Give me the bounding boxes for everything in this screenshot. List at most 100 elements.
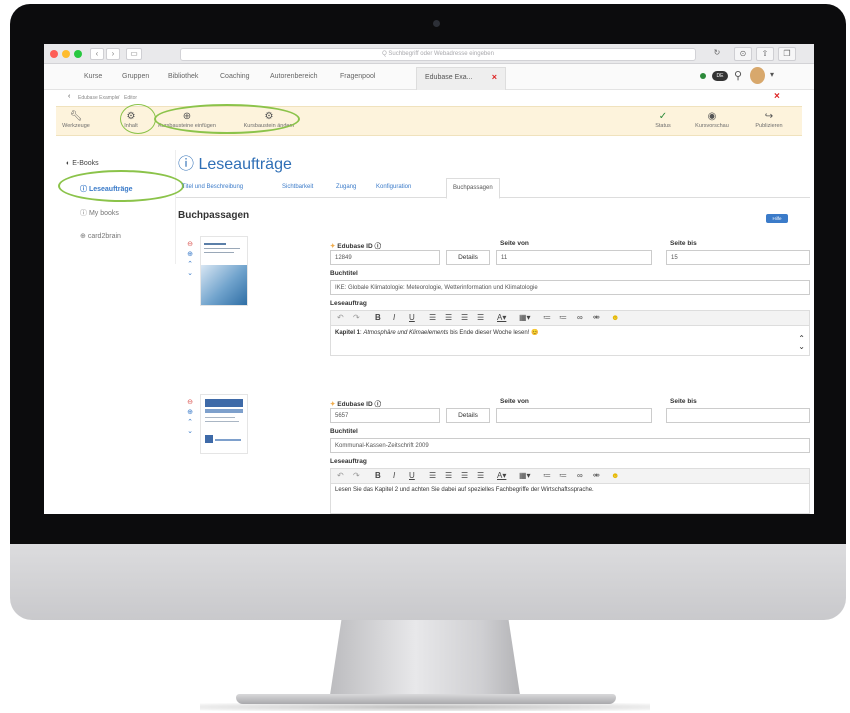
breadcrumb-back-icon[interactable]: ‹	[68, 93, 70, 100]
forward-button[interactable]: ›	[106, 48, 120, 60]
align-justify-icon[interactable]: ☰	[477, 471, 484, 480]
buchtitel-input[interactable]: IKE: Globale Klimatologie: Meteorologie,…	[330, 280, 810, 295]
redo-icon[interactable]: ↷	[353, 313, 360, 322]
italic-icon[interactable]: I	[393, 313, 395, 322]
breadcrumb-editor[interactable]: Editor	[124, 95, 137, 101]
downloads-icon[interactable]: ⊙	[734, 47, 752, 61]
nav-item-kurse[interactable]: Kurse	[84, 73, 102, 80]
reload-icon[interactable]: ↻	[708, 47, 726, 61]
nav-item-coaching[interactable]: Coaching	[220, 73, 250, 80]
details-button[interactable]: Details	[446, 408, 490, 423]
add-icon[interactable]: ⊕	[186, 408, 194, 416]
avatar[interactable]	[750, 67, 765, 84]
align-justify-icon[interactable]: ☰	[477, 313, 484, 322]
tab-edubase-example[interactable]: Edubase Exa... ×	[416, 67, 506, 90]
align-right-icon[interactable]: ☰	[461, 471, 468, 480]
underline-icon[interactable]: U	[409, 313, 415, 322]
emoji-icon[interactable]: ☻	[611, 313, 619, 322]
align-left-icon[interactable]: ☰	[429, 313, 436, 322]
address-bar[interactable]: Q Suchbegriff oder Webadresse eingeben	[180, 48, 696, 61]
back-button[interactable]: ‹	[90, 48, 104, 60]
tool-status[interactable]: ✓ Status	[650, 111, 676, 129]
close-editor-icon[interactable]: ×	[774, 91, 780, 102]
tool-publizieren[interactable]: ↪ Publizieren	[748, 111, 790, 129]
undo-icon[interactable]: ↶	[337, 471, 344, 480]
tab-sichtbarkeit[interactable]: Sichtbarkeit	[282, 184, 313, 190]
help-button[interactable]: Hilfe	[766, 214, 788, 223]
imac-photo: ‹ › ▭ Q Suchbegriff oder Webadresse eing…	[0, 0, 850, 713]
buchtitel-input[interactable]: Kommunal-Kassen-Zeitschrift 2009	[330, 438, 810, 453]
emoji-icon[interactable]: ☻	[611, 471, 619, 480]
move-up-icon[interactable]: ⌃	[186, 260, 194, 268]
minimize-window-icon[interactable]	[62, 50, 70, 58]
align-center-icon[interactable]: ☰	[445, 471, 452, 480]
sidebar-item-ebooks[interactable]: ◐ E-Books	[66, 160, 174, 167]
bold-icon[interactable]: B	[375, 313, 381, 322]
user-menu-chevron-icon[interactable]: ▾	[770, 70, 774, 79]
move-down-icon[interactable]: ⌄	[186, 269, 194, 277]
close-window-icon[interactable]	[50, 50, 58, 58]
sidebar-item-my-books[interactable]: ⓘ My books	[80, 208, 188, 218]
maximize-window-icon[interactable]	[74, 50, 82, 58]
align-center-icon[interactable]: ☰	[445, 313, 452, 322]
seite-von-input[interactable]	[496, 408, 652, 423]
user-initials-badge[interactable]: DE	[712, 71, 728, 81]
nav-item-autorenbereich[interactable]: Autorenbereich	[270, 73, 317, 80]
tabs-icon[interactable]: ❐	[778, 47, 796, 61]
unlink-icon[interactable]: ⚮	[593, 313, 600, 322]
leseauftrag-editor[interactable]: Kapitel 1: Atmosphäre und Klimaelements …	[330, 326, 810, 356]
highlight-ring	[120, 104, 156, 134]
font-color-icon[interactable]: A▾	[497, 313, 506, 322]
background-color-icon[interactable]: ▦▾	[519, 471, 531, 480]
nav-item-bibliothek[interactable]: Bibliothek	[168, 73, 198, 80]
remove-icon[interactable]: ⊖	[186, 240, 194, 248]
scroll-down-icon[interactable]: ⌄	[798, 342, 805, 351]
sidebar-toggle-icon[interactable]: ▭	[126, 48, 142, 60]
underline-icon[interactable]: U	[409, 471, 415, 480]
seite-bis-input[interactable]: 15	[666, 250, 810, 265]
leseauftrag-editor[interactable]: Lesen Sie das Kapitel 2 und achten Sie d…	[330, 484, 810, 514]
unlink-icon[interactable]: ⚮	[593, 471, 600, 480]
move-down-icon[interactable]: ⌄	[186, 427, 194, 435]
tool-werkzeuge[interactable]: 🔧︎ Werkzeuge	[60, 111, 92, 129]
tab-titel[interactable]: Titel und Beschreibung	[182, 184, 243, 190]
nav-item-fragenpool[interactable]: Fragenpool	[340, 73, 375, 80]
move-up-icon[interactable]: ⌃	[186, 418, 194, 426]
bullet-list-icon[interactable]: ≔	[543, 313, 551, 322]
italic-icon[interactable]: I	[393, 471, 395, 480]
tab-buchpassagen[interactable]: Buchpassagen	[446, 178, 500, 199]
seite-von-input[interactable]: 11	[496, 250, 652, 265]
tab-zugang[interactable]: Zugang	[336, 184, 356, 190]
tab-konfiguration[interactable]: Konfiguration	[376, 184, 411, 190]
breadcrumb-course[interactable]: Edubase Example	[78, 95, 119, 101]
undo-icon[interactable]: ↶	[337, 313, 344, 322]
numbered-list-icon[interactable]: ≔	[559, 471, 567, 480]
background-color-icon[interactable]: ▦▾	[519, 313, 531, 322]
close-tab-icon[interactable]: ×	[492, 72, 497, 82]
align-right-icon[interactable]: ☰	[461, 313, 468, 322]
tool-kursvorschau[interactable]: ◉ Kursvorschau	[690, 111, 734, 129]
sidebar-item-card2brain[interactable]: ⊕ card2brain	[80, 232, 188, 240]
align-left-icon[interactable]: ☰	[429, 471, 436, 480]
remove-icon[interactable]: ⊖	[186, 398, 194, 406]
numbered-list-icon[interactable]: ≔	[559, 313, 567, 322]
share-icon[interactable]: ⇧	[756, 47, 774, 61]
book-cover-image	[200, 394, 248, 454]
nav-item-gruppen[interactable]: Gruppen	[122, 73, 149, 80]
redo-icon[interactable]: ↷	[353, 471, 360, 480]
details-button[interactable]: Details	[446, 250, 490, 265]
page-title-text: Leseaufträge	[198, 156, 292, 173]
edubase-id-input[interactable]: 5657	[330, 408, 440, 423]
bullet-list-icon[interactable]: ≔	[543, 471, 551, 480]
edubase-id-input[interactable]: 12849	[330, 250, 440, 265]
bold-icon[interactable]: B	[375, 471, 381, 480]
font-color-icon[interactable]: A▾	[497, 471, 506, 480]
card-icon: ⊕	[80, 233, 86, 240]
search-icon[interactable]: ⚲	[734, 69, 742, 82]
seite-bis-input[interactable]	[666, 408, 810, 423]
buchtitel-label: Buchtitel	[330, 270, 358, 277]
link-icon[interactable]: ∞	[577, 313, 583, 322]
tab-edubase-label: Edubase Exa...	[425, 74, 473, 81]
add-icon[interactable]: ⊕	[186, 250, 194, 258]
link-icon[interactable]: ∞	[577, 471, 583, 480]
